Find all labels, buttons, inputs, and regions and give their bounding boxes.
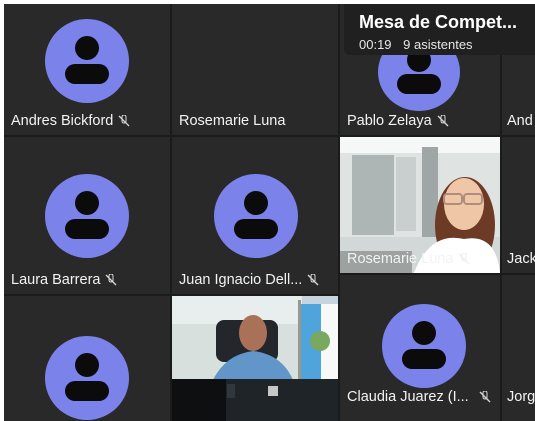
- participant-tile-rosemarie-top[interactable]: Rosemarie Luna: [172, 4, 338, 135]
- participant-tile-partial-jack[interactable]: Jack: [502, 137, 535, 273]
- participant-avatar: [382, 304, 466, 388]
- participant-name-claudia: Claudia Juarez (I...: [347, 389, 491, 405]
- participant-name-partial-jack: Jack: [507, 251, 535, 267]
- participant-name-partial-and: And: [507, 113, 533, 129]
- participant-name-andres: Andres Bickford: [11, 113, 130, 129]
- meeting-stage: Andres Bickford Rosemarie Luna Pablo Zel…: [4, 4, 535, 421]
- participant-video-rosemarie[interactable]: Rosemarie Luna: [340, 137, 500, 273]
- mic-off-icon: [458, 253, 470, 265]
- meeting-duration: 00:19: [359, 37, 392, 52]
- meeting-meta: 00:19 9 asistentes: [359, 37, 473, 52]
- participant-avatar: [45, 336, 129, 420]
- participant-name-juan: Juan Ignacio Dell...: [179, 272, 319, 288]
- participant-name-rosemarie-top: Rosemarie Luna: [179, 113, 286, 129]
- participant-video-speaker[interactable]: [172, 296, 338, 421]
- participant-tile-partial-jorg[interactable]: Jorg: [502, 275, 535, 421]
- video-feed-speaker: [172, 296, 338, 421]
- participant-avatar: [214, 174, 298, 258]
- mic-off-icon: [437, 115, 449, 127]
- participant-avatar: [45, 19, 129, 103]
- participant-avatar: [45, 174, 129, 258]
- meeting-attendee-count: 9 asistentes: [403, 37, 473, 52]
- meeting-title: Mesa de Compet...: [359, 12, 518, 32]
- meeting-info-panel[interactable]: Mesa de Compet... 00:19 9 asistentes: [344, 4, 535, 55]
- mic-off-icon: [105, 274, 117, 286]
- mic-off-icon: [307, 274, 319, 286]
- participant-tile-bottom-left[interactable]: [4, 296, 170, 421]
- mic-off-icon: [118, 115, 130, 127]
- participant-tile-andres[interactable]: Andres Bickford: [4, 4, 170, 135]
- participant-name-rosemarie-video: Rosemarie Luna: [347, 251, 470, 267]
- participant-tile-laura[interactable]: Laura Barrera: [4, 137, 170, 294]
- participant-name-pablo: Pablo Zelaya: [347, 113, 449, 129]
- participant-tile-claudia[interactable]: Claudia Juarez (I...: [340, 275, 500, 421]
- mic-off-icon: [479, 391, 491, 403]
- participant-name-laura: Laura Barrera: [11, 272, 117, 288]
- participant-name-partial-jorg: Jorg: [507, 389, 535, 405]
- participant-tile-juan[interactable]: Juan Ignacio Dell...: [172, 137, 338, 294]
